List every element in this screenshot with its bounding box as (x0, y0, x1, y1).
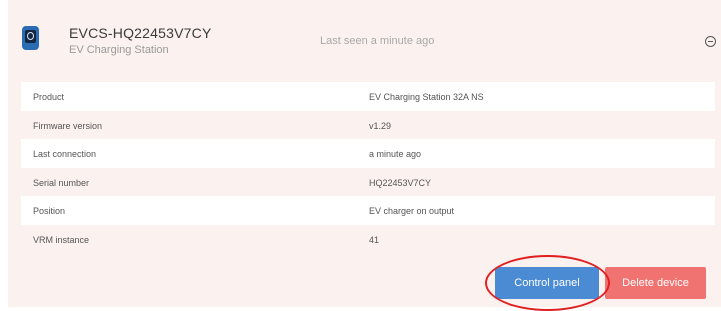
delete-device-button[interactable]: Delete device (605, 267, 706, 299)
device-card: EVCS-HQ22453V7CY EV Charging Station Las… (8, 0, 721, 307)
detail-key: Position (33, 206, 66, 216)
detail-key: Firmware version (33, 120, 103, 131)
detail-row-vrm-instance: VRM instance 41 (21, 224, 715, 253)
detail-row-serial: Serial number HQ22453V7CY (21, 167, 715, 196)
detail-row-last-connection: Last connection a minute ago (21, 139, 715, 168)
detail-row-product: Product EV Charging Station 32A NS (21, 82, 715, 111)
last-seen-status: Last seen a minute ago (320, 35, 435, 47)
device-details-table: Product EV Charging Station 32A NS Firmw… (21, 82, 715, 253)
detail-value: a minute ago (369, 149, 422, 159)
detail-value: HQ22453V7CY (369, 177, 432, 188)
detail-key: Product (33, 92, 65, 102)
charger-ring (27, 32, 34, 40)
detail-row-position: Position EV charger on output (21, 196, 715, 225)
ev-charger-icon (22, 26, 39, 50)
device-name: EVCS-HQ22453V7CY (69, 25, 212, 41)
device-header[interactable]: EVCS-HQ22453V7CY EV Charging Station Las… (8, 0, 721, 76)
detail-key: Serial number (33, 177, 90, 188)
charger-screen (25, 30, 36, 43)
detail-value: v1.29 (369, 120, 392, 131)
detail-value: 41 (369, 234, 380, 245)
device-type: EV Charging Station (69, 44, 169, 56)
detail-value: EV Charging Station 32A NS (369, 92, 484, 102)
detail-key: Last connection (33, 149, 97, 159)
control-panel-button[interactable]: Control panel (495, 267, 599, 299)
collapse-icon[interactable] (705, 36, 716, 47)
detail-key: VRM instance (33, 234, 90, 245)
detail-value: EV charger on output (369, 206, 455, 216)
detail-row-firmware: Firmware version v1.29 (21, 110, 715, 139)
